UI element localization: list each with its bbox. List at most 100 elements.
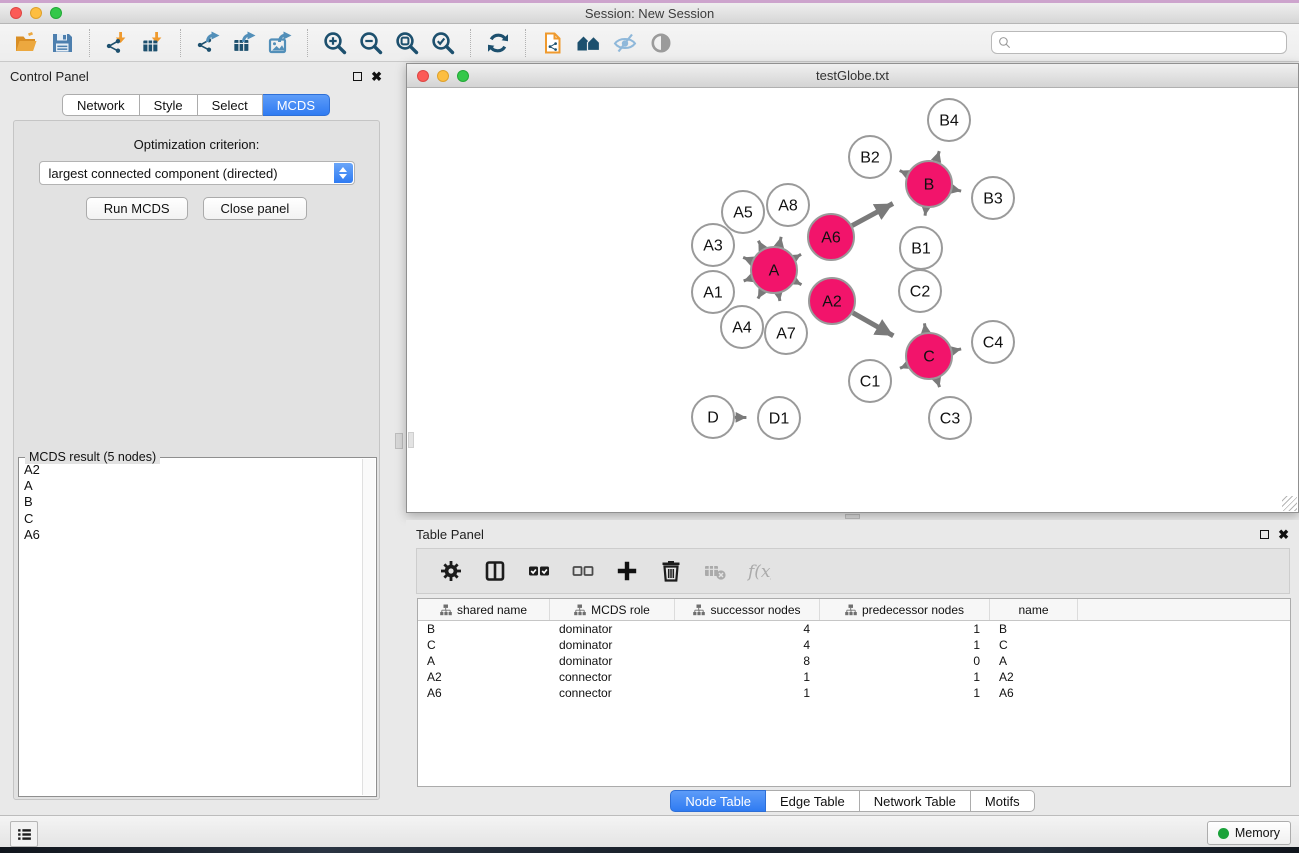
close-panel-icon[interactable]: ✖: [371, 72, 382, 81]
edge-A6-B[interactable]: [852, 204, 893, 226]
cell-name[interactable]: A: [990, 654, 1078, 668]
cell-name[interactable]: A6: [990, 686, 1078, 700]
table-options-icon[interactable]: [436, 557, 466, 585]
node-A3[interactable]: A3: [692, 224, 734, 266]
cell-successor-nodes[interactable]: 1: [675, 670, 820, 684]
node-A2[interactable]: A2: [809, 278, 855, 324]
network-window-titlebar[interactable]: testGlobe.txt: [407, 64, 1298, 88]
zoom-fit-icon[interactable]: [392, 29, 422, 57]
node-C[interactable]: C: [906, 333, 952, 379]
edge-C-C1[interactable]: [900, 365, 907, 368]
edge-A-A4[interactable]: [758, 291, 762, 299]
table-row[interactable]: Bdominator41B: [418, 621, 1290, 637]
delete-rows-icon[interactable]: [656, 557, 686, 585]
cell-predecessor-nodes[interactable]: 0: [820, 654, 990, 668]
edge-B-B4[interactable]: [936, 151, 939, 161]
edge-A-A2[interactable]: [795, 281, 801, 284]
window-resize-grip[interactable]: [1282, 496, 1297, 511]
vertical-splitter-grip[interactable]: [395, 433, 403, 449]
edge-A-A7[interactable]: [778, 294, 779, 301]
network-graph[interactable]: AA1A2A3A4A5A6A7A8BB1B2B3B4CC1C2C3C4DD1: [407, 88, 1298, 512]
task-history-button[interactable]: [10, 821, 38, 847]
refresh-layout-icon[interactable]: [483, 29, 513, 57]
cell-shared-name[interactable]: A6: [418, 686, 550, 700]
canvas-edge-grip[interactable]: [408, 432, 414, 448]
node-C4[interactable]: C4: [972, 321, 1014, 363]
node-A1[interactable]: A1: [692, 271, 734, 313]
hide-glasses-icon[interactable]: [610, 29, 640, 57]
app-titlebar[interactable]: Session: New Session: [0, 3, 1299, 24]
open-session-icon[interactable]: [11, 29, 41, 57]
node-table[interactable]: shared nameMCDS rolesuccessor nodesprede…: [417, 598, 1291, 787]
column-header-predecessor-nodes[interactable]: predecessor nodes: [820, 599, 990, 620]
edge-A-A6[interactable]: [795, 254, 801, 258]
table-row[interactable]: Adominator80A: [418, 653, 1290, 669]
edge-A-A8[interactable]: [779, 237, 781, 247]
memory-button[interactable]: Memory: [1207, 821, 1291, 845]
node-A8[interactable]: A8: [767, 184, 809, 226]
table-row[interactable]: A6connector11A6: [418, 685, 1290, 701]
cell-name[interactable]: B: [990, 622, 1078, 636]
horizontal-splitter-grip[interactable]: [845, 514, 860, 519]
cell-MCDS-role[interactable]: dominator: [550, 638, 675, 652]
home-network-icon[interactable]: [574, 29, 604, 57]
node-C1[interactable]: C1: [849, 360, 891, 402]
edge-B-B2[interactable]: [900, 171, 908, 174]
save-session-icon[interactable]: [47, 29, 77, 57]
cell-shared-name[interactable]: B: [418, 622, 550, 636]
cell-successor-nodes[interactable]: 4: [675, 622, 820, 636]
import-network-icon[interactable]: [102, 29, 132, 57]
tab-network-table[interactable]: Network Table: [860, 790, 971, 812]
cell-predecessor-nodes[interactable]: 1: [820, 622, 990, 636]
table-row[interactable]: A2connector11A2: [418, 669, 1290, 685]
edge-A-A1[interactable]: [744, 278, 752, 281]
cell-shared-name[interactable]: A2: [418, 670, 550, 684]
cell-shared-name[interactable]: A: [418, 654, 550, 668]
cell-MCDS-role[interactable]: connector: [550, 686, 675, 700]
show-graphics-details-icon[interactable]: [646, 29, 676, 57]
zoom-out-icon[interactable]: [356, 29, 386, 57]
network-canvas[interactable]: AA1A2A3A4A5A6A7A8BB1B2B3B4CC1C2C3C4DD1: [407, 88, 1298, 512]
cell-successor-nodes[interactable]: 8: [675, 654, 820, 668]
cell-successor-nodes[interactable]: 4: [675, 638, 820, 652]
run-mcds-button[interactable]: Run MCDS: [86, 197, 188, 220]
close-panel-button[interactable]: Close panel: [203, 197, 308, 220]
cell-name[interactable]: C: [990, 638, 1078, 652]
cell-predecessor-nodes[interactable]: 1: [820, 670, 990, 684]
node-A[interactable]: A: [751, 247, 797, 293]
node-D[interactable]: D: [692, 396, 734, 438]
zoom-in-icon[interactable]: [320, 29, 350, 57]
column-header-MCDS-role[interactable]: MCDS role: [550, 599, 675, 620]
cell-successor-nodes[interactable]: 1: [675, 686, 820, 700]
edge-B-B1[interactable]: [925, 208, 926, 216]
edge-A-A3[interactable]: [743, 257, 752, 261]
search-input[interactable]: [1016, 36, 1280, 50]
node-B2[interactable]: B2: [849, 136, 891, 178]
cell-MCDS-role[interactable]: connector: [550, 670, 675, 684]
cell-MCDS-role[interactable]: dominator: [550, 654, 675, 668]
import-table-icon[interactable]: [138, 29, 168, 57]
tab-network[interactable]: Network: [62, 94, 140, 116]
table-row[interactable]: Cdominator41C: [418, 637, 1290, 653]
tab-style[interactable]: Style: [140, 94, 198, 116]
node-C3[interactable]: C3: [929, 397, 971, 439]
node-B1[interactable]: B1: [900, 227, 942, 269]
cell-predecessor-nodes[interactable]: 1: [820, 686, 990, 700]
edge-B-B3[interactable]: [952, 189, 961, 191]
column-header-successor-nodes[interactable]: successor nodes: [675, 599, 820, 620]
search-box[interactable]: [991, 31, 1287, 54]
tab-node-table[interactable]: Node Table: [670, 790, 766, 812]
zoom-selected-icon[interactable]: [428, 29, 458, 57]
cell-shared-name[interactable]: C: [418, 638, 550, 652]
select-all-icon[interactable]: [524, 557, 554, 585]
tab-motifs[interactable]: Motifs: [971, 790, 1035, 812]
result-scrollbar[interactable]: [362, 459, 375, 795]
mcds-result-list[interactable]: A2ABCA6: [20, 459, 361, 795]
node-C2[interactable]: C2: [899, 270, 941, 312]
node-A7[interactable]: A7: [765, 312, 807, 354]
float-panel-icon[interactable]: [353, 72, 362, 81]
edge-C-C4[interactable]: [952, 349, 961, 351]
result-item[interactable]: A6: [24, 527, 361, 543]
node-A4[interactable]: A4: [721, 306, 763, 348]
edge-A2-C[interactable]: [853, 313, 893, 336]
